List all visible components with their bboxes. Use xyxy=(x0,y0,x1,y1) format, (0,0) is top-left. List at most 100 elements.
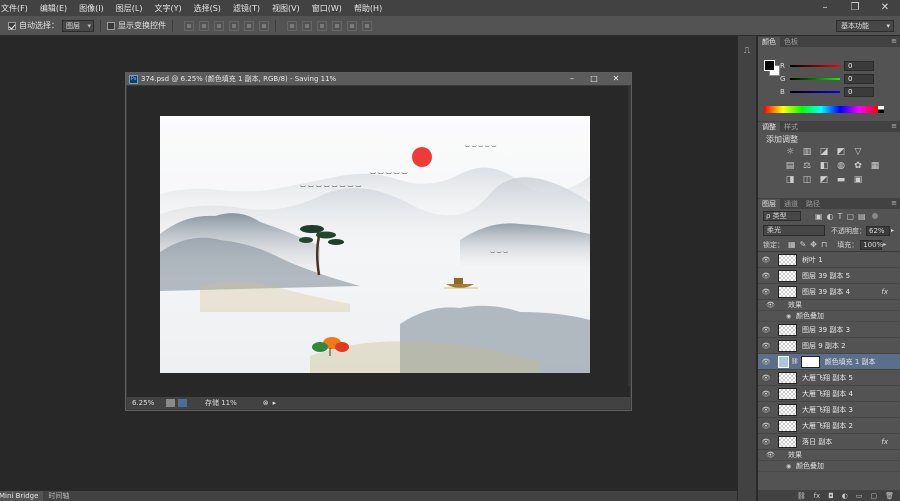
eye-icon[interactable]: 👁 xyxy=(758,272,774,280)
invert-icon[interactable]: ◨ xyxy=(784,175,796,186)
menu-view[interactable]: 视图(V) xyxy=(266,3,306,14)
add-style-icon[interactable]: fx xyxy=(814,492,821,500)
menu-image[interactable]: 图像(I) xyxy=(73,3,110,14)
curves-icon[interactable]: ◪ xyxy=(818,147,830,158)
filter-kind-dropdown[interactable]: ρ 类型 xyxy=(763,211,801,221)
canvas-area[interactable]: ︶ ︶ ︶ ︶ ︶ ︶ ︶ ︶ ︶ ︶ ︶ ︶ ︶ ︶ ︶ ︶ ︶ ︶ ︶ ︶ … xyxy=(127,86,630,398)
new-layer-icon[interactable]: ▢ xyxy=(870,492,877,500)
fx-icon[interactable]: fx xyxy=(881,438,888,446)
eye-icon[interactable]: 👁 xyxy=(766,301,788,309)
eye-icon[interactable]: 👁 xyxy=(758,390,774,398)
white-black-swatch[interactable] xyxy=(878,106,884,113)
color-balance-icon[interactable]: ⚖ xyxy=(801,161,813,172)
new-adjustment-icon[interactable]: ◐ xyxy=(842,492,848,500)
close-icon[interactable]: ✕ xyxy=(870,0,900,16)
status-menu-arrow-icon[interactable]: ▸ xyxy=(273,399,277,407)
filter-pixel-icon[interactable]: ▣ xyxy=(815,212,823,221)
eye-icon[interactable]: 👁 xyxy=(766,451,788,459)
layer-effects-row[interactable]: 👁 效果 xyxy=(758,300,900,311)
maximize-icon[interactable]: □ xyxy=(583,73,605,85)
lock-all-icon[interactable]: ⊓ xyxy=(821,240,827,249)
exposure-icon[interactable]: ◩ xyxy=(835,147,847,158)
tab-styles[interactable]: 样式 xyxy=(780,122,802,132)
eye-icon[interactable]: 👁 xyxy=(758,406,774,414)
distribute-bottom-icon[interactable] xyxy=(317,20,327,31)
eye-icon[interactable]: 👁 xyxy=(758,288,774,296)
fill-arrow-icon[interactable]: ▸ xyxy=(883,241,886,248)
foreground-color-swatch[interactable] xyxy=(764,60,775,71)
layer-row[interactable]: 👁 图层 39 副本 5 xyxy=(758,268,900,284)
filter-toggle[interactable] xyxy=(871,213,878,219)
filter-type-icon[interactable]: T xyxy=(838,212,843,221)
landscape-artwork[interactable]: ︶ ︶ ︶ ︶ ︶ ︶ ︶ ︶ ︶ ︶ ︶ ︶ ︶ ︶ ︶ ︶ ︶ ︶ ︶ ︶ … xyxy=(160,116,590,373)
link-layers-icon[interactable]: ⛓ xyxy=(797,492,806,500)
layer-row-selected[interactable]: 👁 ⛓ 颜色填充 1 副本 xyxy=(758,354,900,370)
blue-slider[interactable] xyxy=(790,90,840,93)
color-overlay-row[interactable]: ◉ 颜色叠加 xyxy=(758,461,900,472)
eye-icon[interactable]: ◉ xyxy=(786,313,796,320)
eye-icon[interactable]: 👁 xyxy=(758,374,774,382)
eye-icon[interactable]: 👁 xyxy=(758,358,774,366)
photo-filter-icon[interactable]: ◍ xyxy=(835,161,847,172)
layer-row[interactable]: 👁 大雁飞翔 副本 5 xyxy=(758,370,900,386)
panel-menu-icon[interactable]: ≡ xyxy=(891,37,897,45)
menu-help[interactable]: 帮助(H) xyxy=(348,3,388,14)
red-slider[interactable] xyxy=(790,64,840,67)
eye-icon[interactable]: 👁 xyxy=(758,326,774,334)
align-top-icon[interactable] xyxy=(184,20,194,31)
blend-mode-dropdown[interactable]: 柔光 xyxy=(763,225,825,236)
layer-row[interactable]: 👁 落日 副本 fx xyxy=(758,434,900,450)
vertical-scrollbar[interactable] xyxy=(628,86,630,386)
align-vcenter-icon[interactable] xyxy=(199,20,209,31)
distribute-top-icon[interactable] xyxy=(287,20,297,31)
layer-row[interactable]: 👁 树叶 1 xyxy=(758,252,900,268)
selective-color-icon[interactable]: ▣ xyxy=(852,175,864,186)
menu-filter[interactable]: 滤镜(T) xyxy=(227,3,266,14)
layer-effects-row[interactable]: 👁 效果 xyxy=(758,450,900,461)
bw-icon[interactable]: ◧ xyxy=(818,161,830,172)
opacity-input[interactable]: 62% xyxy=(866,225,890,236)
panel-menu-icon[interactable]: ≡ xyxy=(891,122,897,130)
brightness-icon[interactable]: ☼ xyxy=(784,147,796,158)
hue-icon[interactable]: ▤ xyxy=(784,161,796,172)
threshold-icon[interactable]: ◩ xyxy=(818,175,830,186)
tab-adjustments[interactable]: 调整 xyxy=(758,122,780,132)
levels-icon[interactable]: ▥ xyxy=(801,147,813,158)
menu-type[interactable]: 文字(Y) xyxy=(148,3,187,14)
green-slider[interactable] xyxy=(790,77,840,80)
document-titlebar[interactable]: Ps 374.psd @ 6.25% (颜色填充 1 副本, RGB/8) - … xyxy=(126,73,631,85)
align-bottom-icon[interactable] xyxy=(214,20,224,31)
menu-layer[interactable]: 图层(L) xyxy=(110,3,149,14)
tab-mini-bridge[interactable]: Mini Bridge xyxy=(0,491,44,501)
eye-icon[interactable]: 👁 xyxy=(758,422,774,430)
vibrance-icon[interactable]: ▽ xyxy=(852,147,864,158)
auto-select-dropdown[interactable]: 图层 xyxy=(62,19,94,32)
distribute-left-icon[interactable] xyxy=(332,20,342,31)
eye-icon[interactable]: 👁 xyxy=(758,342,774,350)
eye-icon[interactable]: 👁 xyxy=(758,256,774,264)
color-overlay-row[interactable]: ◉ 颜色叠加 xyxy=(758,311,900,322)
eye-icon[interactable]: ◉ xyxy=(786,463,796,470)
filter-adjust-icon[interactable]: ◐ xyxy=(827,212,834,221)
add-mask-icon[interactable]: ◘ xyxy=(828,492,834,500)
layer-row[interactable]: 👁 图层 39 副本 4 fx xyxy=(758,284,900,300)
fx-icon[interactable]: fx xyxy=(881,288,888,296)
new-group-icon[interactable]: ▭ xyxy=(856,492,863,500)
opacity-arrow-icon[interactable]: ▸ xyxy=(891,227,894,234)
filter-smart-icon[interactable]: ▤ xyxy=(858,212,866,221)
restore-icon[interactable]: ❐ xyxy=(840,0,870,16)
lock-pixels-icon[interactable]: ✎ xyxy=(800,240,807,249)
zoom-level[interactable]: 6.25% xyxy=(132,399,160,407)
delete-layer-icon[interactable]: 🗑 xyxy=(885,492,894,500)
align-right-icon[interactable] xyxy=(259,20,269,31)
minimize-icon[interactable]: – xyxy=(561,73,583,85)
layer-row[interactable]: 👁 大雁飞翔 副本 4 xyxy=(758,386,900,402)
show-transform-checkbox[interactable] xyxy=(107,21,115,30)
layer-row[interactable]: 👁 大雁飞翔 副本 2 xyxy=(758,418,900,434)
tab-color[interactable]: 颜色 xyxy=(758,37,780,47)
menu-file[interactable]: 文件(F) xyxy=(0,3,34,14)
menu-window[interactable]: 窗口(W) xyxy=(306,3,348,14)
posterize-icon[interactable]: ◫ xyxy=(801,175,813,186)
green-value-input[interactable]: 0 xyxy=(844,73,874,84)
color-spectrum-bar[interactable] xyxy=(764,106,878,113)
